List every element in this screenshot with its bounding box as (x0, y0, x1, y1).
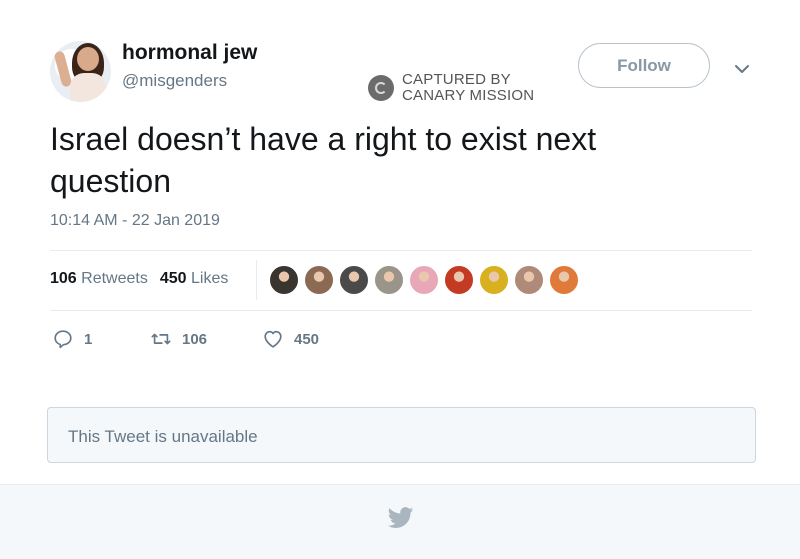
liker-avatar[interactable] (443, 264, 475, 296)
author-handle[interactable]: @misgenders (122, 71, 227, 91)
reply-icon (54, 330, 72, 349)
action-bar: 1 106 450 (52, 328, 319, 350)
likes-label: Likes (191, 270, 229, 287)
liker-avatar[interactable] (268, 264, 300, 296)
avatar-body (70, 73, 106, 102)
liker-avatar[interactable] (303, 264, 335, 296)
tweet-text: Israel doesn’t have a right to exist nex… (50, 121, 597, 199)
liker-avatar[interactable] (373, 264, 405, 296)
liker-avatar[interactable] (338, 264, 370, 296)
stats-separator (256, 260, 257, 300)
retweets-stat[interactable]: 106 Retweets (50, 270, 148, 288)
avatar-face (77, 47, 99, 71)
liker-avatar[interactable] (548, 264, 580, 296)
retweet-count: 106 (182, 330, 208, 348)
watermark: CAPTURED BY CANARY MISSION (368, 72, 534, 104)
watermark-line-1: CAPTURED BY (402, 71, 511, 88)
like-button[interactable]: 450 (262, 328, 319, 350)
like-count: 450 (294, 330, 320, 348)
author-display-name[interactable]: hormonal jew (122, 41, 257, 65)
heart-icon (264, 330, 282, 348)
retweet-icon (151, 333, 171, 345)
reply-button[interactable]: 1 (52, 328, 150, 350)
retweets-count: 106 (50, 270, 77, 287)
chevron-down-icon[interactable] (733, 62, 751, 76)
divider-bottom (50, 310, 752, 311)
watermark-line-2: CANARY MISSION (402, 87, 535, 104)
liker-avatar[interactable] (513, 264, 545, 296)
tweet-timestamp[interactable]: 10:14 AM - 22 Jan 2019 (50, 212, 220, 230)
reply-count: 1 (84, 330, 93, 348)
likes-stat[interactable]: 450 Likes (160, 270, 229, 288)
liker-avatars (268, 264, 580, 296)
likes-count: 450 (159, 270, 187, 287)
liker-avatar[interactable] (478, 264, 510, 296)
retweet-button[interactable]: 106 (150, 328, 262, 350)
author-avatar[interactable] (50, 41, 111, 102)
engagement-stats: 106 Retweets 450 Likes (50, 270, 228, 288)
canary-mission-seal-icon (368, 75, 394, 101)
divider-top (50, 250, 752, 251)
retweets-label: Retweets (81, 270, 148, 287)
quoted-tweet-unavailable: This Tweet is unavailable (47, 407, 756, 463)
watermark-text: CAPTURED BY CANARY MISSION (402, 72, 534, 104)
twitter-bird-icon[interactable] (388, 507, 414, 529)
follow-button[interactable]: Follow (578, 43, 710, 88)
liker-avatar[interactable] (408, 264, 440, 296)
